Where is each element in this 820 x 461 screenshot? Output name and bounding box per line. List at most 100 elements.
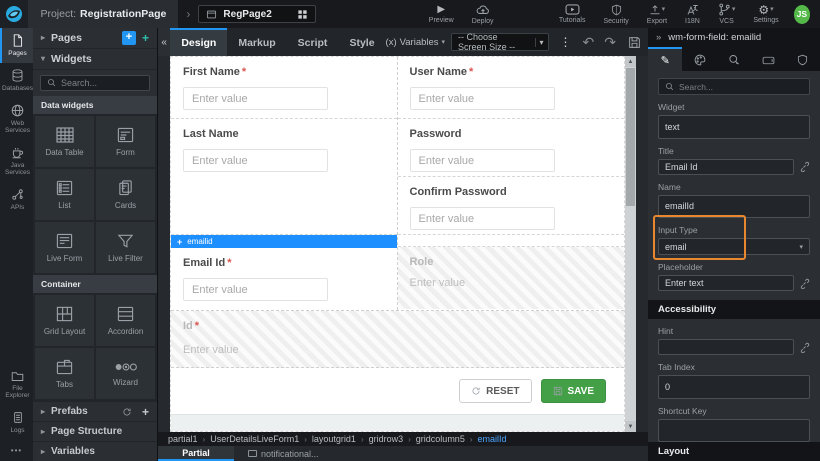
sidebar-item-java-services[interactable]: Java Services	[0, 140, 33, 182]
variables-dropdown[interactable]: (x) Variables ▾	[386, 37, 446, 48]
selected-widget-handle[interactable]: + emailid	[171, 235, 397, 248]
screen-size-select[interactable]: -- Choose Screen Size -- ▾	[451, 33, 548, 51]
sidebar-item-web-services[interactable]: Web Services	[0, 98, 33, 140]
widget-tile-accordion[interactable]: Accordion	[96, 295, 155, 346]
tab-security[interactable]	[786, 47, 820, 71]
page-selector[interactable]: RegPage2	[198, 5, 316, 23]
firstname-input[interactable]	[183, 87, 328, 110]
username-input[interactable]	[410, 87, 556, 110]
widget-tile-cards[interactable]: Cards	[96, 169, 155, 220]
i18n-button[interactable]: I18N	[676, 0, 709, 28]
widget-tile-grid-layout[interactable]: Grid Layout	[35, 295, 94, 346]
tab-design[interactable]: Design	[170, 28, 227, 56]
reset-button[interactable]: RESET	[459, 379, 531, 403]
widget-value-input[interactable]	[658, 115, 810, 139]
form-field-lastname[interactable]: Last Name	[171, 119, 397, 235]
deploy-button[interactable]: Deploy	[463, 0, 503, 28]
refresh-icon[interactable]	[122, 407, 132, 417]
properties-search-input[interactable]	[679, 82, 803, 92]
form-field-firstname[interactable]: First Name*	[171, 57, 397, 119]
undo-button[interactable]: ↶	[578, 34, 600, 51]
widget-tile-form[interactable]: Form	[96, 116, 155, 167]
collapse-left-panel-button[interactable]: «	[158, 28, 170, 56]
bind-link-icon[interactable]	[799, 161, 810, 172]
widgets-section-header[interactable]: ▾ Widgets	[33, 49, 157, 70]
widget-tile-list[interactable]: List	[35, 169, 94, 220]
settings-button[interactable]: ⚙ ▾ Settings	[744, 0, 787, 28]
form-field-role[interactable]: Role Enter value	[398, 247, 625, 309]
tab-styles[interactable]	[682, 47, 716, 71]
sidebar-item-pages[interactable]: Pages	[0, 28, 33, 63]
collapse-right-panel-button[interactable]: »	[656, 32, 661, 43]
coffee-icon	[11, 146, 24, 159]
vcs-button[interactable]: ▾ VCS	[709, 0, 745, 28]
user-avatar[interactable]: JS	[794, 5, 810, 24]
name-value-input[interactable]	[658, 195, 810, 219]
sidebar-item-logs[interactable]: Logs	[0, 405, 33, 440]
breadcrumb-item[interactable]: layoutgrid1	[312, 434, 356, 444]
canvas-scrollbar[interactable]: ▲ ▼	[625, 56, 636, 432]
form-field-id[interactable]: Id* Enter value	[171, 311, 624, 368]
scrollbar-thumb[interactable]	[626, 68, 635, 206]
form-field-password[interactable]: Password	[398, 119, 625, 177]
password-input[interactable]	[410, 149, 556, 172]
tab-markup[interactable]: Markup	[227, 28, 286, 56]
save-page-button[interactable]	[621, 36, 648, 49]
sidebar-item-apis[interactable]: APIs	[0, 182, 33, 217]
bind-link-icon[interactable]	[799, 278, 810, 289]
tab-script[interactable]: Script	[287, 28, 339, 56]
accordion-page-structure[interactable]: ▸ Page Structure	[33, 421, 157, 441]
confirm-password-input[interactable]	[410, 207, 556, 230]
hint-value-input[interactable]	[658, 339, 794, 355]
lastname-input[interactable]	[183, 149, 328, 172]
save-button[interactable]: SAVE	[541, 379, 607, 403]
wavemaker-logo[interactable]	[0, 0, 28, 28]
more-menu-button[interactable]: ⋮	[554, 35, 578, 49]
widget-search-input[interactable]	[61, 78, 143, 88]
export-button[interactable]: ▾ Export	[638, 0, 676, 28]
pages-section-header[interactable]: ▸ Pages + +	[33, 28, 157, 49]
widget-tile-live-filter[interactable]: Live Filter	[96, 222, 155, 273]
more-options-icon[interactable]: •••	[0, 440, 33, 461]
widget-tile-live-form[interactable]: Live Form	[35, 222, 94, 273]
bind-link-icon[interactable]	[799, 342, 810, 353]
breadcrumb-item[interactable]: gridrow3	[369, 434, 404, 444]
emailid-input[interactable]	[183, 278, 328, 301]
widget-tile-tabs[interactable]: Tabs	[35, 348, 94, 399]
video-icon	[565, 4, 580, 15]
add-prefab-icon[interactable]: +	[142, 405, 149, 419]
placeholder-value-input[interactable]	[658, 275, 794, 291]
placeholder-label: Placeholder	[658, 262, 810, 272]
form-field-confirm-password[interactable]: Confirm Password	[398, 177, 625, 235]
widget-tile-wizard[interactable]: Wizard	[96, 348, 155, 399]
tab-events[interactable]	[717, 47, 751, 71]
form-field-emailid[interactable]: Email Id*	[171, 248, 397, 310]
tab-notification[interactable]: notificational...	[234, 446, 333, 461]
accordion-variables[interactable]: ▸ Variables	[33, 441, 157, 461]
add-icon[interactable]: +	[142, 31, 149, 45]
tab-device[interactable]	[751, 47, 785, 71]
scroll-up-arrow[interactable]: ▲	[625, 56, 636, 67]
shortcut-key-input[interactable]	[658, 419, 810, 443]
tab-properties[interactable]: ✎	[648, 47, 682, 71]
sidebar-item-file-explorer[interactable]: File Explorer	[0, 364, 33, 405]
scroll-down-arrow[interactable]: ▼	[625, 421, 636, 432]
title-value-input[interactable]	[658, 159, 794, 175]
add-page-button[interactable]: +	[122, 31, 136, 45]
breadcrumb-item[interactable]: partial1	[168, 434, 198, 444]
accordion-prefabs[interactable]: ▸ Prefabs +	[33, 401, 157, 421]
sidebar-item-databases[interactable]: Databases	[0, 63, 33, 98]
preview-button[interactable]: ▶ Preview	[420, 0, 463, 28]
form-field-username[interactable]: User Name*	[398, 57, 625, 119]
breadcrumb-item[interactable]: UserDetailsLiveForm1	[210, 434, 299, 444]
tab-partial[interactable]: Partial	[158, 446, 234, 461]
input-type-select[interactable]: email ▾	[658, 238, 810, 255]
security-button[interactable]: Security	[594, 0, 637, 28]
breadcrumb-item[interactable]: gridcolumn5	[416, 434, 465, 444]
tab-style[interactable]: Style	[338, 28, 385, 56]
tutorials-button[interactable]: Tutorials	[550, 0, 595, 28]
widget-tile-data-table[interactable]: Data Table	[35, 116, 94, 167]
redo-button[interactable]: ↷	[599, 34, 621, 51]
breadcrumb-item-current[interactable]: emailId	[478, 434, 507, 444]
tab-index-input[interactable]	[658, 375, 810, 399]
